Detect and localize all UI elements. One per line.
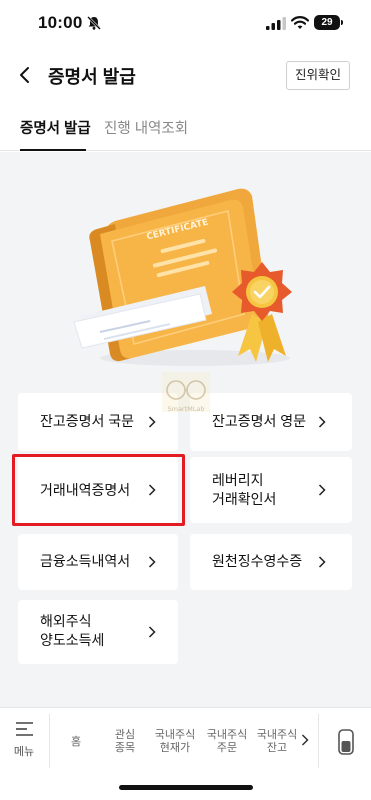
hamburger-menu-icon [16,722,33,736]
nav-item-label-line1: 홈 [70,735,82,748]
menu-label: 메뉴 [13,746,35,758]
bell-muted-icon [87,16,101,30]
signal-icon [266,17,286,30]
certificate-illustration: CERTIFICATE [73,188,292,366]
nav-item-label-line2: 현재가 [159,742,191,754]
watermark-text: SmartMLab [167,405,204,413]
card-foreign-stock-capital-gains-tax[interactable]: 해외주식 양도소득세 [18,600,178,664]
nav-item-domestic-stock-order[interactable]: 국내주식 주문 [202,708,252,776]
chevron-right-icon [148,556,156,568]
content-area: CERTIFICATE 잔고증명서 국문 잔고증명서 영문 거래내역증명서 레버… [0,152,371,707]
tab-certificate-issue[interactable]: 증명서 발급 [20,117,91,138]
page-title: 증명서 발급 [48,67,136,87]
card-withholding-tax-receipt[interactable]: 원천징수영수증 [190,534,352,590]
nav-item-label-line1: 관심 [114,729,136,741]
card-label: 거래내역증명서 [40,482,131,498]
card-transaction-history-cert[interactable]: 거래내역증명서 [18,457,178,523]
nav-item-watchlist[interactable]: 관심 종목 [102,708,148,776]
nav-item-label-line2: 종목 [114,742,136,754]
card-financial-income-statement[interactable]: 금융소득내역서 [18,534,178,590]
battery-tip [341,20,343,25]
card-label-line2: 양도소득세 [40,632,105,648]
tab-bar: 증명서 발급 진행 내역조회 [0,108,371,151]
home-indicator [119,785,253,790]
status-bar: 10:00 29 [0,0,371,46]
card-label: 원천징수영수증 [212,553,303,569]
nav-scroll-right-icon[interactable] [301,734,309,746]
verify-authenticity-button[interactable]: 진위확인 [286,61,350,90]
nav-item-label-line2: 주문 [216,742,238,754]
card-label: 잔고증명서 국문 [40,413,135,429]
card-label: 잔고증명서 영문 [212,413,307,429]
chevron-right-icon [318,484,326,496]
active-tab-indicator [20,149,86,151]
nav-divider [318,714,319,768]
watermark-logo: SmartMLab [162,372,210,413]
tab-progress-history[interactable]: 진행 내역조회 [104,117,188,138]
nav-item-label-line1: 국내주식 [256,729,298,741]
nav-item-label-line1: 국내주식 [206,729,248,741]
menu-button[interactable]: 메뉴 [0,708,48,776]
nav-item-label-line2: 잔고 [266,742,288,754]
card-label: 금융소득내역서 [40,553,131,569]
wifi-icon [291,16,309,29]
nav-item-label-line1: 국내주식 [154,729,196,741]
chevron-right-icon [148,416,156,428]
back-arrow-icon[interactable] [14,63,36,87]
device-toggle-icon[interactable] [338,729,354,755]
chevron-right-icon [148,484,156,496]
card-balance-cert-korean[interactable]: 잔고증명서 국문 [18,393,178,451]
chevron-right-icon [318,556,326,568]
card-leverage-trade-confirmation[interactable]: 레버리지 거래확인서 [190,457,352,523]
chevron-right-icon [318,416,326,428]
card-label-line1: 해외주식 [40,613,92,629]
header: 증명서 발급 진위확인 [0,50,371,100]
bottom-navigation: 메뉴 홈 관심 종목 국내주식 현재가 국내주식 주문 국내주식 잔고 [0,707,371,775]
chevron-right-icon [148,626,156,638]
nav-item-domestic-stock-price[interactable]: 국내주식 현재가 [148,708,202,776]
nav-item-domestic-stock-balance[interactable]: 국내주식 잔고 [252,708,302,776]
status-time: 10:00 [38,13,83,32]
nav-item-home[interactable]: 홈 [50,708,102,776]
card-label-line1: 레버리지 [212,472,264,488]
card-label-line2: 거래확인서 [212,491,277,507]
battery-icon: 29 [314,15,340,30]
